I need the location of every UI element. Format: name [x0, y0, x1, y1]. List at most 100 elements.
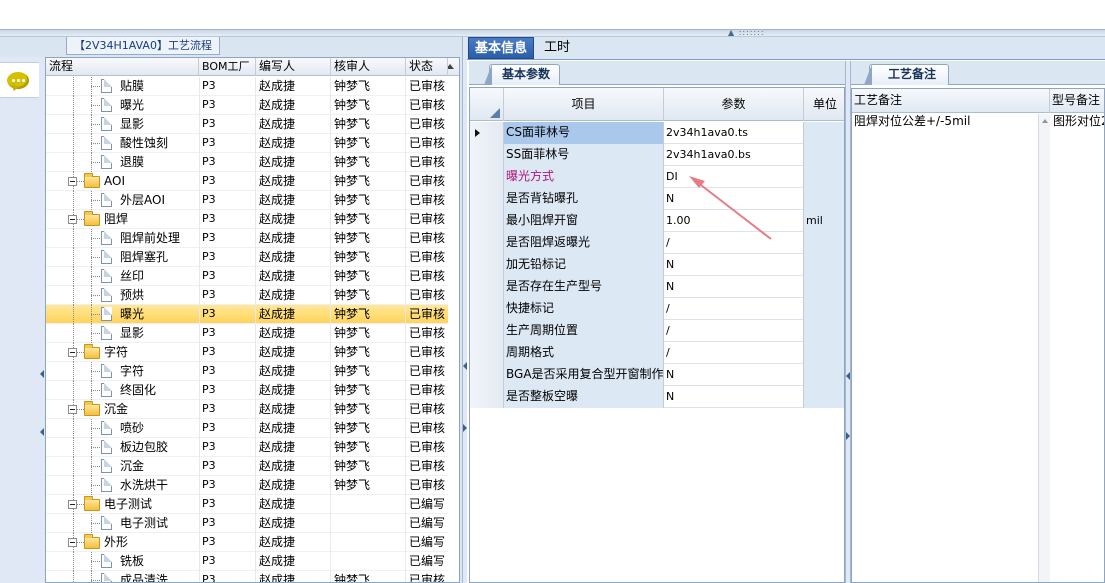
tree-row[interactable]: 显影 P3 赵成捷 钟梦飞 已审核 — [46, 115, 448, 134]
left-middle-splitter[interactable] — [462, 37, 467, 583]
collapse-toggle-icon[interactable] — [68, 348, 77, 357]
collapse-toggle-icon[interactable] — [68, 177, 77, 186]
col-header-unit[interactable]: 单位 — [804, 88, 844, 121]
col-header-process-note[interactable]: 工艺备注 — [852, 89, 1050, 113]
tab-work-hours[interactable]: 工时 — [538, 37, 576, 59]
row-indicator[interactable] — [470, 144, 504, 166]
param-row[interactable]: 是否存在生产型号 N — [470, 276, 844, 298]
tree-row[interactable]: 曝光 P3 赵成捷 钟梦飞 已审核 — [46, 305, 448, 324]
row-indicator[interactable] — [470, 276, 504, 298]
row-indicator[interactable] — [470, 342, 504, 364]
tree-row[interactable]: 阻焊塞孔 P3 赵成捷 钟梦飞 已审核 — [46, 248, 448, 267]
collapse-toggle-icon[interactable] — [68, 215, 77, 224]
collapse-left-icon[interactable] — [40, 370, 44, 378]
param-value-cell[interactable]: N — [664, 386, 804, 408]
model-note-text[interactable]: 图形对位2 — [1051, 114, 1104, 130]
param-row[interactable]: BGA是否采用复合型开窗制作 N — [470, 364, 844, 386]
col-header-reviewer[interactable]: 核审人 — [331, 58, 406, 76]
col-header-item[interactable]: 项目 — [504, 88, 664, 121]
tree-row[interactable]: 电子测试 P3 赵成捷 已编写 — [46, 514, 448, 533]
param-value-cell[interactable]: / — [664, 342, 804, 364]
param-value-cell[interactable]: 2v34h1ava0.bs — [664, 144, 804, 166]
col-header-writer[interactable]: 编写人 — [256, 58, 331, 76]
process-note-text[interactable]: 阻焊对位公差+/-5mil — [852, 114, 1038, 130]
top-splitter-grip[interactable]: ▲ ::::::: — [728, 29, 768, 37]
col-header-model-note[interactable]: 型号备注 — [1050, 89, 1104, 113]
scroll-up-icon[interactable] — [448, 64, 454, 69]
param-row[interactable]: 快捷标记 / — [470, 298, 844, 320]
tree-row[interactable]: 曝光 P3 赵成捷 钟梦飞 已审核 — [46, 96, 448, 115]
param-value-cell[interactable]: N — [664, 188, 804, 210]
subtab-process-notes[interactable]: 工艺备注 — [863, 64, 950, 85]
select-all-corner[interactable] — [470, 88, 504, 121]
row-indicator[interactable] — [470, 254, 504, 276]
tree-row[interactable]: 丝印 P3 赵成捷 钟梦飞 已审核 — [46, 267, 448, 286]
param-value-cell[interactable]: DI — [664, 166, 804, 188]
tree-row[interactable]: 外层AOI P3 赵成捷 钟梦飞 已审核 — [46, 191, 448, 210]
tree-row[interactable]: 外形 P3 赵成捷 已编写 — [46, 533, 448, 552]
param-row[interactable]: 是否整板空曝 N — [470, 386, 844, 408]
tree-row[interactable]: 终固化 P3 赵成捷 钟梦飞 已审核 — [46, 381, 448, 400]
tree-row[interactable]: 酸性蚀刻 P3 赵成捷 钟梦飞 已审核 — [46, 134, 448, 153]
param-row[interactable]: 加无铅标记 N — [470, 254, 844, 276]
tree-row[interactable]: 水洗烘干 P3 赵成捷 钟梦飞 已审核 — [46, 476, 448, 495]
collapse-left-icon[interactable] — [463, 362, 467, 370]
tree-row[interactable]: 阻焊前处理 P3 赵成捷 钟梦飞 已审核 — [46, 229, 448, 248]
collapse-right-icon[interactable] — [846, 432, 850, 440]
param-row[interactable]: SS面菲林号 2v34h1ava0.bs — [470, 144, 844, 166]
param-row[interactable]: 是否阻焊返曝光 / — [470, 232, 844, 254]
param-value-cell[interactable]: N — [664, 364, 804, 386]
subtab-basic-params[interactable]: 基本参数 — [483, 64, 561, 85]
col-header-bom[interactable]: BOM工厂 — [199, 58, 256, 76]
param-value-cell[interactable]: 1.00 — [664, 210, 804, 232]
top-splitter[interactable] — [0, 29, 1105, 37]
tree-row[interactable]: AOI P3 赵成捷 钟梦飞 已审核 — [46, 172, 448, 191]
collapse-right-icon[interactable] — [463, 424, 467, 432]
row-indicator[interactable] — [470, 232, 504, 254]
param-row[interactable]: 最小阻焊开窗 1.00 mil — [470, 210, 844, 232]
row-indicator[interactable] — [470, 364, 504, 386]
row-indicator[interactable] — [470, 320, 504, 342]
param-row[interactable]: 曝光方式 DI — [470, 166, 844, 188]
row-indicator[interactable] — [470, 122, 504, 144]
tree-row[interactable]: 显影 P3 赵成捷 钟梦飞 已审核 — [46, 324, 448, 343]
tree-row[interactable]: 预烘 P3 赵成捷 钟梦飞 已审核 — [46, 286, 448, 305]
col-header-param[interactable]: 参数 — [664, 88, 804, 121]
param-value-cell[interactable]: / — [664, 320, 804, 342]
notes-scrollbar[interactable] — [1038, 114, 1050, 582]
tree-row[interactable]: 退膜 P3 赵成捷 钟梦飞 已审核 — [46, 153, 448, 172]
param-value-cell[interactable]: N — [664, 276, 804, 298]
col-header-process[interactable]: 流程 — [46, 58, 199, 76]
param-value-cell[interactable]: / — [664, 232, 804, 254]
param-row[interactable]: CS面菲林号 2v34h1ava0.ts — [470, 122, 844, 144]
tree-row[interactable]: 电子测试 P3 赵成捷 已编写 — [46, 495, 448, 514]
collapse-toggle-icon[interactable] — [68, 538, 77, 547]
collapse-left-icon[interactable] — [40, 428, 44, 436]
tree-row[interactable]: 字符 P3 赵成捷 钟梦飞 已审核 — [46, 343, 448, 362]
param-value-cell[interactable]: N — [664, 254, 804, 276]
col-header-status[interactable]: 状态 — [406, 58, 448, 76]
collapse-toggle-icon[interactable] — [68, 405, 77, 414]
param-value-cell[interactable]: / — [664, 298, 804, 320]
tree-row[interactable]: 铣板 P3 赵成捷 已编写 — [46, 552, 448, 571]
param-value-cell[interactable]: 2v34h1ava0.ts — [664, 122, 804, 144]
collapse-left-icon[interactable] — [846, 372, 850, 380]
chat-bubble-icon[interactable] — [7, 72, 29, 89]
scroll-up-icon[interactable] — [1042, 119, 1048, 123]
tab-basic-info[interactable]: 基本信息 — [468, 37, 535, 59]
param-row[interactable]: 周期格式 / — [470, 342, 844, 364]
row-indicator[interactable] — [470, 210, 504, 232]
tree-row[interactable]: 沉金 P3 赵成捷 钟梦飞 已审核 — [46, 457, 448, 476]
collapse-toggle-icon[interactable] — [68, 500, 77, 509]
row-indicator[interactable] — [470, 386, 504, 408]
row-indicator[interactable] — [470, 166, 504, 188]
tree-row[interactable]: 喷砂 P3 赵成捷 钟梦飞 已审核 — [46, 419, 448, 438]
param-row[interactable]: 生产周期位置 / — [470, 320, 844, 342]
tree-row[interactable]: 沉金 P3 赵成捷 钟梦飞 已审核 — [46, 400, 448, 419]
tree-row[interactable]: 字符 P3 赵成捷 钟梦飞 已审核 — [46, 362, 448, 381]
tree-row[interactable]: 板边包胶 P3 赵成捷 钟梦飞 已审核 — [46, 438, 448, 457]
tree-row[interactable]: 阻焊 P3 赵成捷 钟梦飞 已审核 — [46, 210, 448, 229]
tree-row[interactable]: 成品清洗 P3 赵成捷 钟梦飞 已审核 — [46, 571, 448, 582]
header-scroll-corner[interactable] — [448, 58, 459, 76]
row-indicator[interactable] — [470, 298, 504, 320]
